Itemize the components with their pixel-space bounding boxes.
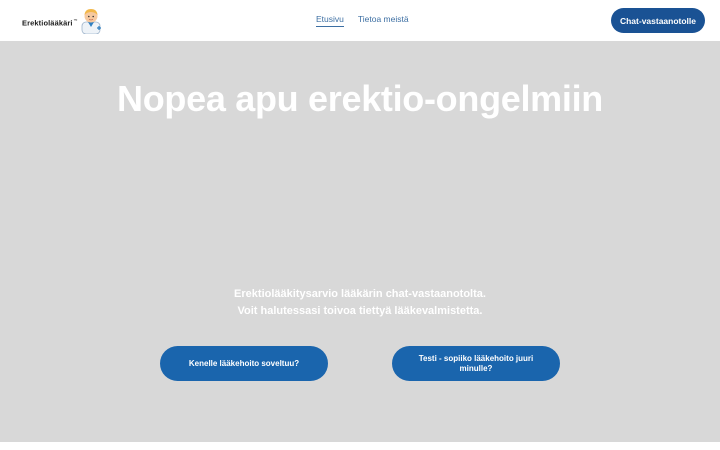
hero-subtitle-line-2: Voit halutessasi toivoa tiettyä lääkeval… [237, 305, 483, 317]
hero-subtitle-line-1: Erektiolääkitysarvio lääkärin chat-vasta… [234, 288, 486, 300]
doctor-mascot-icon [81, 9, 101, 34]
logo-text: Erektiolääkäri™ [22, 18, 78, 28]
site-header: Erektiolääkäri™ Etusivu Tietoa meistä Ch… [0, 0, 720, 41]
site-logo[interactable]: Erektiolääkäri™ [22, 6, 102, 34]
hero-section: Nopea apu erektio-ongelmiin Erektiolääki… [0, 41, 720, 442]
chat-reception-button[interactable]: Chat-vastaanotolle [611, 8, 705, 33]
page-bottom-strip [0, 442, 720, 450]
main-nav: Etusivu Tietoa meistä [316, 14, 409, 27]
who-is-treatment-for-button[interactable]: Kenelle lääkehoito soveltuu? [160, 346, 328, 381]
hero-subtitle: Erektiolääkitysarvio lääkärin chat-vasta… [0, 286, 720, 320]
nav-link-etusivu[interactable]: Etusivu [316, 14, 344, 27]
suitability-test-button[interactable]: Testi - sopiiko lääkehoito juuri minulle… [392, 346, 560, 381]
hero-title: Nopea apu erektio-ongelmiin [117, 78, 603, 119]
nav-link-tietoa-meista[interactable]: Tietoa meistä [358, 14, 409, 27]
logo-trademark: ™ [73, 18, 78, 24]
